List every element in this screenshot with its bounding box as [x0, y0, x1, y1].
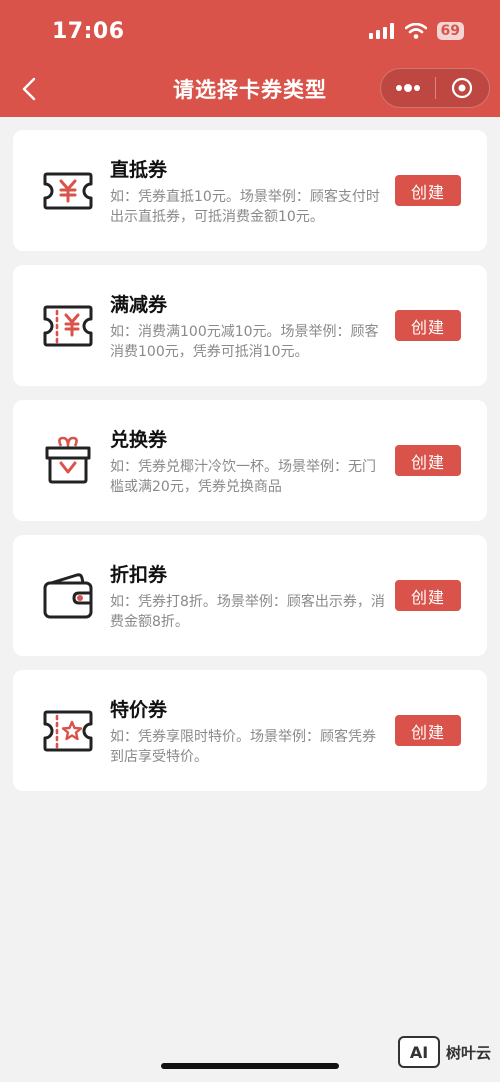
- coupon-title: 直抵券: [110, 159, 168, 181]
- watermark-logo: AI: [398, 1036, 440, 1068]
- create-button[interactable]: 创建: [395, 310, 461, 341]
- coupon-description: 如：消费满100元减10元。场景举例：顾客消费100元，凭券可抵消10元。: [110, 324, 379, 360]
- watermark: AI 树叶云: [398, 1036, 491, 1068]
- more-button[interactable]: [381, 69, 435, 107]
- create-button[interactable]: 创建: [395, 580, 461, 611]
- signal-icon: [368, 23, 394, 39]
- yen-ticket-icon: [43, 172, 93, 210]
- coupon-description: 如：凭券享限时特价。场景举例：顾客凭券到店享受特价。: [110, 729, 376, 765]
- status-time: 17:06: [52, 19, 125, 44]
- coupon-description: 如：凭券直抵10元。场景举例：顾客支付时出示直抵券，可抵消费金额10元。: [110, 189, 380, 225]
- star-ticket-icon: [43, 710, 93, 752]
- wifi-icon: [404, 23, 427, 39]
- coupon-card-discount: 折扣券 如：凭券打8折。场景举例：顾客出示券，消费金额8折。 创建: [13, 535, 487, 656]
- wallet-icon: [43, 573, 93, 619]
- status-icons: 69: [368, 22, 464, 40]
- coupon-title: 特价券: [110, 699, 168, 721]
- coupon-title: 折扣券: [110, 564, 168, 586]
- coupon-card-special-price: 特价券 如：凭券享限时特价。场景举例：顾客凭券到店享受特价。 创建: [13, 670, 487, 791]
- create-button[interactable]: 创建: [395, 175, 461, 206]
- target-icon: [452, 77, 473, 99]
- create-button[interactable]: 创建: [395, 715, 461, 746]
- coupon-description: 如：凭券打8折。场景举例：顾客出示券，消费金额8折。: [110, 594, 385, 630]
- mini-program-capsule: [380, 68, 490, 108]
- discount-ticket-icon: [43, 305, 93, 347]
- coupon-card-exchange: 兑换券 如：凭券兑椰汁冷饮一杯。场景举例：无门槛或满20元，凭券兑换商品 创建: [13, 400, 487, 521]
- close-button[interactable]: [436, 69, 490, 107]
- top-header: 17:06 69 请选择卡券类型: [0, 0, 500, 117]
- gift-box-icon: [45, 436, 91, 484]
- battery-indicator: 69: [436, 22, 464, 40]
- coupon-card-direct: 直抵券 如：凭券直抵10元。场景举例：顾客支付时出示直抵券，可抵消费金额10元。…: [13, 130, 487, 251]
- home-indicator[interactable]: [161, 1063, 339, 1069]
- coupon-card-threshold: 满减券 如：消费满100元减10元。场景举例：顾客消费100元，凭券可抵消10元…: [13, 265, 487, 386]
- coupon-title: 兑换券: [110, 429, 168, 451]
- create-button[interactable]: 创建: [395, 445, 461, 476]
- more-dots-icon: [395, 84, 420, 92]
- watermark-text: 树叶云: [446, 1043, 492, 1062]
- coupon-description: 如：凭券兑椰汁冷饮一杯。场景举例：无门槛或满20元，凭券兑换商品: [110, 459, 376, 495]
- coupon-type-list: 直抵券 如：凭券直抵10元。场景举例：顾客支付时出示直抵券，可抵消费金额10元。…: [13, 130, 487, 805]
- coupon-title: 满减券: [110, 294, 168, 316]
